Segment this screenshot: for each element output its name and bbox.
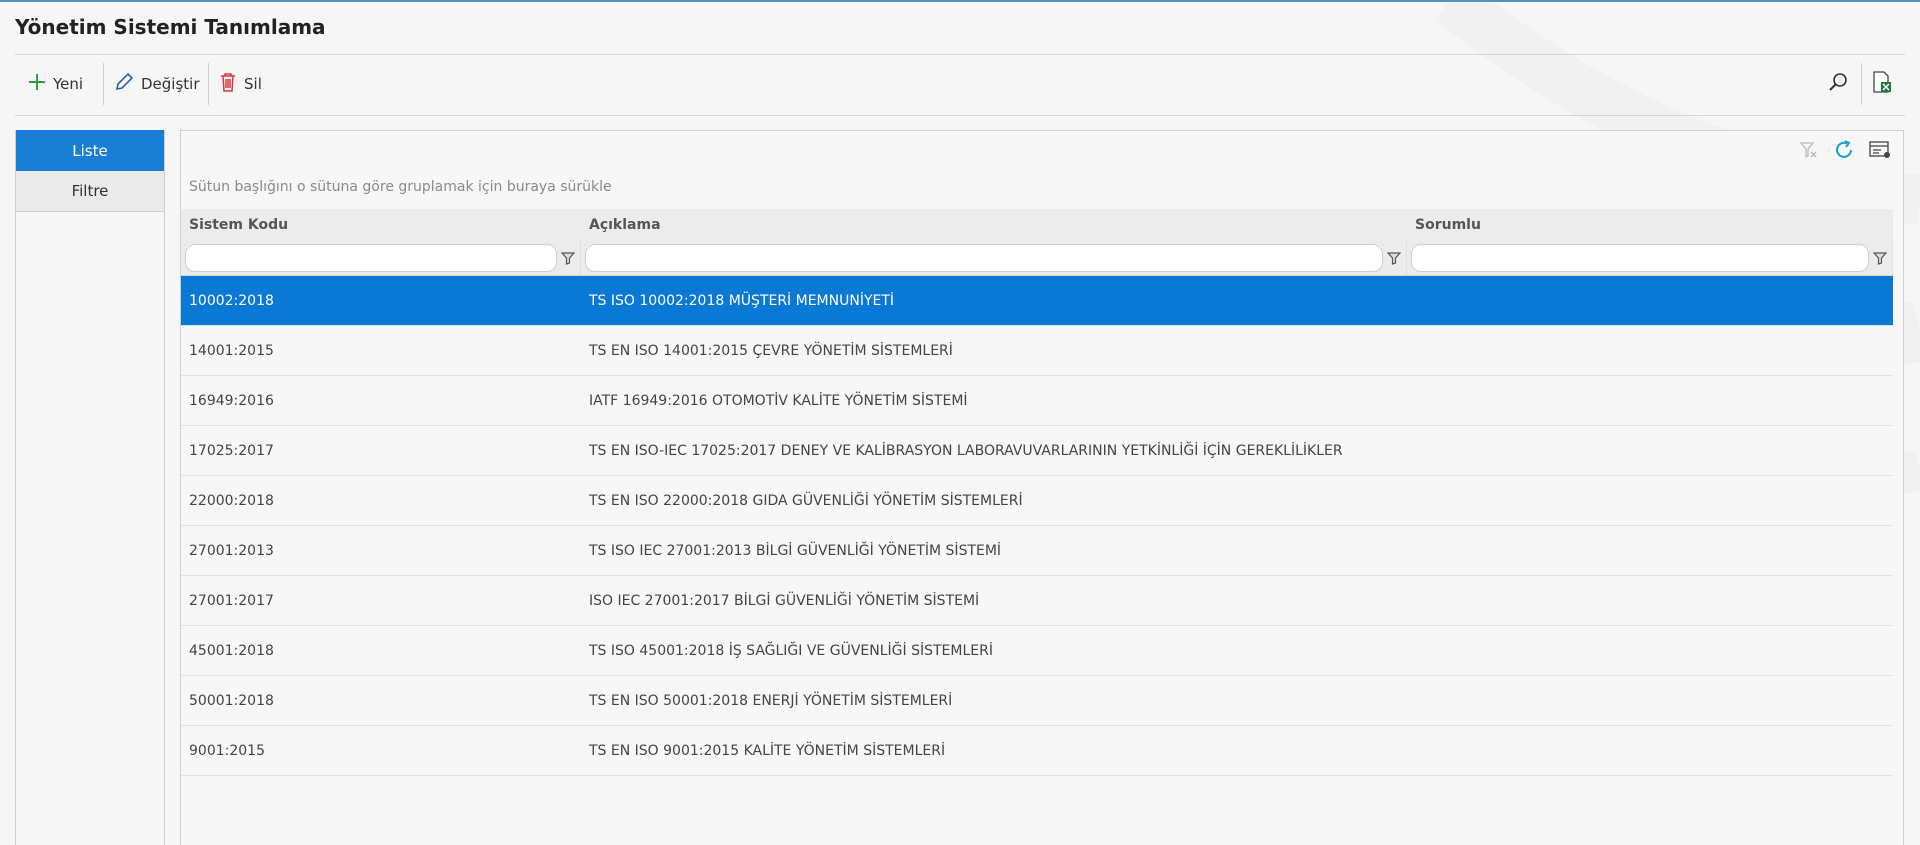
edit-button-label: Değiştir xyxy=(141,75,200,93)
filter-row xyxy=(181,240,1893,276)
filter-cell-sistem-kodu xyxy=(181,240,581,275)
cell-sistem-kodu: 50001:2018 xyxy=(189,692,274,709)
cell-sorumlu xyxy=(1407,326,1893,375)
cell-aciklama: TS ISO 10002:2018 MÜŞTERİ MEMNUNİYETİ xyxy=(589,292,895,309)
table-row[interactable]: 50001:2018 TS EN ISO 50001:2018 ENERJİ Y… xyxy=(181,676,1893,726)
table-row[interactable]: 45001:2018 TS ISO 45001:2018 İŞ SAĞLIĞI … xyxy=(181,626,1893,676)
cell-sistem-kodu: 17025:2017 xyxy=(189,442,274,459)
cell-sistem-kodu: 27001:2017 xyxy=(189,592,274,609)
excel-export-button[interactable] xyxy=(1867,69,1897,99)
toolbar: Yeni Değiştir Sil xyxy=(15,55,1905,115)
grid-header: Sistem Kodu Açıklama Sorumlu xyxy=(181,209,1893,240)
grid-panel: Sütun başlığını o sütuna göre gruplamak … xyxy=(180,130,1904,845)
cell-aciklama: IATF 16949:2016 OTOMOTİV KALİTE YÖNETİM … xyxy=(589,392,968,409)
table-row[interactable]: 27001:2013 TS ISO IEC 27001:2013 BİLGİ G… xyxy=(181,526,1893,576)
table-row[interactable]: 10002:2018 TS ISO 10002:2018 MÜŞTERİ MEM… xyxy=(181,276,1893,326)
table-row[interactable]: 22000:2018 TS EN ISO 22000:2018 GIDA GÜV… xyxy=(181,476,1893,526)
edit-button[interactable]: Değiştir xyxy=(113,69,200,99)
cell-aciklama: TS EN ISO 22000:2018 GIDA GÜVENLİĞİ YÖNE… xyxy=(589,492,1023,509)
trash-icon xyxy=(218,71,238,97)
cell-sistem-kodu: 14001:2015 xyxy=(189,342,274,359)
column-header-sistem-kodu[interactable]: Sistem Kodu xyxy=(181,209,581,240)
excel-export-icon xyxy=(1871,70,1893,98)
side-panel: Liste Filtre xyxy=(15,130,165,845)
clear-filter-icon xyxy=(1798,140,1818,164)
table-row[interactable]: 17025:2017 TS EN ISO-IEC 17025:2017 DENE… xyxy=(181,426,1893,476)
cell-sorumlu xyxy=(1407,676,1893,725)
cell-sistem-kodu: 22000:2018 xyxy=(189,492,274,509)
delete-button[interactable]: Sil xyxy=(218,69,262,99)
toolbar-separator xyxy=(103,63,104,105)
refresh-icon xyxy=(1832,138,1856,166)
table-row[interactable]: 9001:2015 TS EN ISO 9001:2015 KALİTE YÖN… xyxy=(181,726,1893,776)
group-panel-hint[interactable]: Sütun başlığını o sütuna göre gruplamak … xyxy=(189,179,612,195)
cell-aciklama: TS ISO IEC 27001:2013 BİLGİ GÜVENLİĞİ YÖ… xyxy=(589,542,1002,559)
cell-sorumlu xyxy=(1407,626,1893,675)
data-grid: Sistem Kodu Açıklama Sorumlu 10002:2018 … xyxy=(181,209,1893,776)
plus-icon xyxy=(27,72,47,96)
cell-sorumlu xyxy=(1407,476,1893,525)
cell-aciklama: TS EN ISO 50001:2018 ENERJİ YÖNETİM SİST… xyxy=(589,692,953,709)
toolbar-separator xyxy=(1861,63,1862,105)
column-header-aciklama[interactable]: Açıklama xyxy=(581,209,1407,240)
cell-sorumlu xyxy=(1407,376,1893,425)
table-row[interactable]: 16949:2016 IATF 16949:2016 OTOMOTİV KALİ… xyxy=(181,376,1893,426)
search-icon xyxy=(1827,71,1849,97)
cell-sistem-kodu: 27001:2013 xyxy=(189,542,274,559)
column-header-sorumlu[interactable]: Sorumlu xyxy=(1407,209,1893,240)
tab-filtre[interactable]: Filtre xyxy=(16,171,164,212)
clear-filter-button[interactable] xyxy=(1795,139,1821,165)
cell-sistem-kodu: 16949:2016 xyxy=(189,392,274,409)
new-button[interactable]: Yeni xyxy=(27,69,83,99)
column-chooser-button[interactable] xyxy=(1867,139,1893,165)
table-row[interactable]: 27001:2017 ISO IEC 27001:2017 BİLGİ GÜVE… xyxy=(181,576,1893,626)
table-row[interactable]: 14001:2015 TS EN ISO 14001:2015 ÇEVRE YÖ… xyxy=(181,326,1893,376)
filter-input-aciklama[interactable] xyxy=(585,243,1383,272)
cell-sorumlu xyxy=(1407,276,1893,325)
delete-button-label: Sil xyxy=(244,75,262,93)
cell-sistem-kodu: 10002:2018 xyxy=(189,292,274,309)
search-button[interactable] xyxy=(1823,69,1853,99)
tab-liste[interactable]: Liste xyxy=(16,130,164,171)
cell-sorumlu xyxy=(1407,426,1893,475)
toolbar-divider xyxy=(15,115,1905,116)
cell-aciklama: TS ISO 45001:2018 İŞ SAĞLIĞI VE GÜVENLİĞ… xyxy=(589,642,993,659)
cell-aciklama: TS EN ISO 9001:2015 KALİTE YÖNETİM SİSTE… xyxy=(589,742,946,759)
toolbar-separator xyxy=(208,63,209,105)
column-chooser-icon xyxy=(1868,139,1892,165)
grid-tools xyxy=(1795,139,1893,165)
cell-sorumlu xyxy=(1407,526,1893,575)
filter-cell-aciklama xyxy=(581,240,1407,275)
cell-sorumlu xyxy=(1407,576,1893,625)
window-top-border xyxy=(0,0,1920,2)
cell-sistem-kodu: 45001:2018 xyxy=(189,642,274,659)
pencil-icon xyxy=(113,71,135,97)
refresh-button[interactable] xyxy=(1831,139,1857,165)
page-title: Yönetim Sistemi Tanımlama xyxy=(15,15,326,39)
cell-aciklama: TS EN ISO 14001:2015 ÇEVRE YÖNETİM SİSTE… xyxy=(589,342,953,359)
cell-sorumlu xyxy=(1407,726,1893,775)
funnel-icon[interactable] xyxy=(560,250,576,266)
funnel-icon[interactable] xyxy=(1872,250,1888,266)
filter-input-sorumlu[interactable] xyxy=(1411,243,1869,272)
filter-cell-sorumlu xyxy=(1407,240,1893,275)
new-button-label: Yeni xyxy=(53,75,84,93)
cell-aciklama: ISO IEC 27001:2017 BİLGİ GÜVENLİĞİ YÖNET… xyxy=(589,592,980,609)
cell-aciklama: TS EN ISO-IEC 17025:2017 DENEY VE KALİBR… xyxy=(589,442,1343,459)
filter-input-sistem-kodu[interactable] xyxy=(185,243,557,272)
funnel-icon[interactable] xyxy=(1386,250,1402,266)
cell-sistem-kodu: 9001:2015 xyxy=(189,742,265,759)
